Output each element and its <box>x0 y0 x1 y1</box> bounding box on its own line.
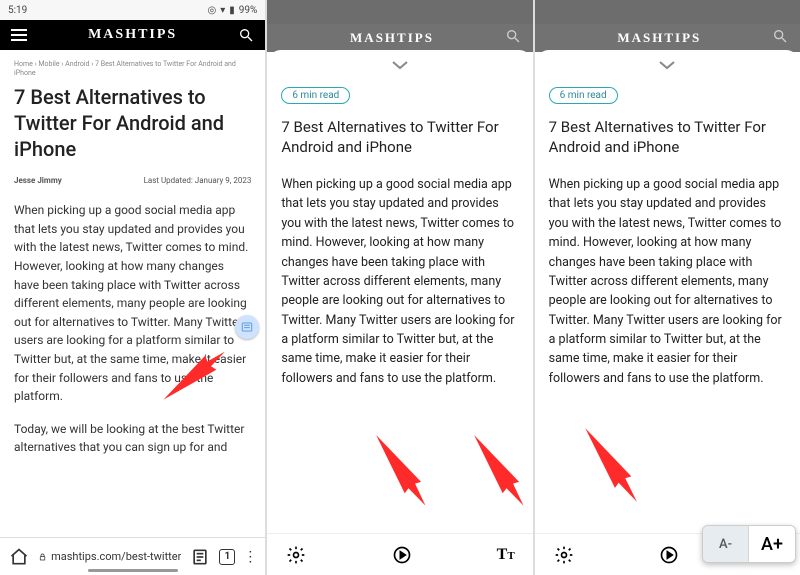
article-paragraph: Today, we will be looking at the best Tw… <box>14 420 251 457</box>
site-brand: MASHTIPS <box>617 30 701 46</box>
settings-icon[interactable] <box>285 544 307 566</box>
search-icon[interactable] <box>505 28 521 48</box>
android-status-bar: 5:19 ◎▾▮99% <box>0 0 265 20</box>
article-paragraph: When picking up a good social media app … <box>14 201 251 406</box>
reader-title: 7 Best Alternatives to Twitter For Andro… <box>549 118 786 157</box>
menu-icon[interactable] <box>10 26 28 44</box>
reader-paragraph: When picking up a good social media app … <box>281 175 518 388</box>
read-time-chip: 6 min read <box>281 87 350 104</box>
site-brand: MASHTIPS <box>350 30 434 46</box>
site-header-dim: MASHTIPS <box>267 24 532 52</box>
reader-mode-fab[interactable] <box>235 315 259 339</box>
home-icon[interactable] <box>8 546 30 568</box>
search-icon[interactable] <box>772 28 788 48</box>
read-time-chip: 6 min read <box>549 87 618 104</box>
article-body: Home › Mobile › Android › 7 Best Alterna… <box>0 50 265 537</box>
reader-sheet: 6 min read 7 Best Alternatives to Twitte… <box>535 50 800 575</box>
site-brand: MASHTIPS <box>88 27 177 43</box>
tab-count[interactable]: 1 <box>219 549 235 565</box>
font-increase-button[interactable]: A+ <box>749 526 795 562</box>
reader-paragraph: When picking up a good social media app … <box>549 175 786 388</box>
overflow-menu-icon[interactable]: ⋮ <box>243 549 257 565</box>
reader-icon[interactable] <box>189 546 211 568</box>
play-icon[interactable] <box>658 544 680 566</box>
article-title: 7 Best Alternatives to Twitter For Andro… <box>14 84 251 162</box>
chevron-down-icon[interactable] <box>657 56 677 75</box>
panel-reader-toolbar: MASHTIPS 6 min read 7 Best Alternatives … <box>267 0 532 575</box>
status-bar-dim <box>535 0 800 24</box>
gesture-bar <box>88 569 178 572</box>
author-name[interactable]: Jesse Jimmy <box>14 176 62 185</box>
search-icon[interactable] <box>237 26 255 44</box>
play-icon[interactable] <box>391 544 413 566</box>
settings-icon[interactable] <box>553 544 575 566</box>
panel-browser: 5:19 ◎▾▮99% MASHTIPS Home › Mobile › And… <box>0 0 265 575</box>
status-icons: ◎▾▮99% <box>207 5 257 16</box>
article-meta: Jesse Jimmy Last Updated: January 9, 202… <box>14 176 251 185</box>
font-decrease-button[interactable]: A- <box>703 526 749 562</box>
chevron-down-icon[interactable] <box>390 56 410 75</box>
reader-toolbar: TT <box>267 533 532 575</box>
lock-icon <box>38 552 47 562</box>
status-bar-dim <box>267 0 532 24</box>
url-text: mashtips.com/best-twitter <box>51 550 181 563</box>
last-updated: Last Updated: January 9, 2023 <box>144 176 252 185</box>
font-size-popup: A- A+ <box>702 525 796 563</box>
site-header: MASHTIPS <box>0 20 265 50</box>
reader-title: 7 Best Alternatives to Twitter For Andro… <box>281 118 518 157</box>
panel-reader-fontsize: MASHTIPS 6 min read 7 Best Alternatives … <box>535 0 800 575</box>
url-bar[interactable]: mashtips.com/best-twitter <box>38 550 181 563</box>
site-header-dim: MASHTIPS <box>535 24 800 52</box>
breadcrumb[interactable]: Home › Mobile › Android › 7 Best Alterna… <box>14 60 251 78</box>
status-time: 5:19 <box>8 5 27 16</box>
text-size-icon[interactable]: TT <box>497 546 515 564</box>
reader-sheet: 6 min read 7 Best Alternatives to Twitte… <box>267 50 532 575</box>
